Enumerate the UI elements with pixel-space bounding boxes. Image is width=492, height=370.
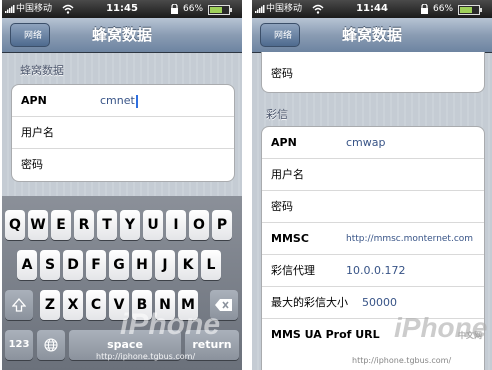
lock-icon — [421, 4, 428, 14]
key-z[interactable]: Z — [40, 290, 60, 320]
key-f[interactable]: F — [86, 250, 106, 280]
key-a[interactable]: A — [17, 250, 37, 280]
mms-password-label: 密码 — [271, 200, 293, 213]
key-p[interactable]: P — [212, 210, 232, 240]
battery-percent: 66% — [183, 4, 204, 14]
mms-max-size-label: 最大的彩信大小 — [271, 296, 348, 309]
apn-label: APN — [21, 94, 47, 107]
key-c[interactable]: C — [86, 290, 106, 320]
mmsc-field[interactable]: http://mmsc.monternet.com — [346, 223, 473, 255]
status-time: 11:45 — [106, 3, 138, 14]
key-h[interactable]: H — [132, 250, 152, 280]
mms-apn-row[interactable]: APN cmwap — [262, 127, 484, 159]
watermark-url: http://iphone.tgbus.com/ — [352, 356, 452, 365]
password-row[interactable]: 密码 — [262, 52, 484, 92]
password-label: 密码 — [271, 67, 293, 80]
page-title: 蜂窝数据 — [91, 26, 152, 44]
mms-username-row[interactable]: 用户名 — [262, 159, 484, 191]
key-e[interactable]: E — [51, 210, 71, 240]
key-t[interactable]: T — [97, 210, 117, 240]
key-j[interactable]: J — [155, 250, 175, 280]
globe-icon — [44, 338, 58, 352]
left-phone-screen: 中国移动 11:45 66% 网络 蜂窝数据 蜂窝数据 APN cmnet 用户… — [2, 0, 242, 370]
apn-row[interactable]: APN cmnet — [12, 85, 234, 117]
status-bar: 中国移动 11:45 66% — [2, 0, 242, 18]
battery-percent: 66% — [433, 4, 454, 14]
watermark-site: 中文网 — [458, 331, 482, 340]
mms-apn-label: APN — [271, 136, 297, 149]
status-bar: 中国移动 11:44 66% — [252, 0, 492, 18]
password-row[interactable]: 密码 — [12, 149, 234, 181]
key-r[interactable]: R — [74, 210, 94, 240]
cellular-settings-group: APN cmnet 用户名 密码 — [11, 84, 235, 182]
mms-username-label: 用户名 — [271, 168, 304, 181]
section-header-mms: 彩信 — [266, 108, 288, 121]
navigation-bar: 网络 蜂窝数据 — [2, 18, 242, 53]
key-k[interactable]: K — [178, 250, 198, 280]
shift-key[interactable] — [5, 290, 33, 320]
mms-proxy-row[interactable]: 彩信代理 10.0.0.172 — [262, 255, 484, 287]
password-label: 密码 — [21, 158, 43, 171]
navigation-bar: 网络 蜂窝数据 — [252, 18, 492, 53]
mmsc-row[interactable]: MMSC http://mmsc.monternet.com — [262, 223, 484, 255]
mms-apn-field[interactable]: cmwap — [346, 127, 385, 159]
key-w[interactable]: W — [28, 210, 48, 240]
status-time: 11:44 — [356, 3, 388, 14]
shift-icon — [11, 298, 27, 312]
key-x[interactable]: X — [63, 290, 83, 320]
key-g[interactable]: G — [109, 250, 129, 280]
cellular-settings-group-tail: 密码 — [261, 52, 485, 93]
key-q[interactable]: Q — [5, 210, 25, 240]
keyboard: Q W E R T Y U I O P A S D F G H J K L Z … — [2, 196, 242, 370]
mms-ua-prof-label: MMS UA Prof URL — [271, 328, 380, 341]
apn-field[interactable]: cmnet — [100, 85, 138, 117]
text-cursor — [135, 94, 138, 108]
key-u[interactable]: U — [143, 210, 163, 240]
watermark-logo: iPhone — [120, 308, 221, 341]
page-title: 蜂窝数据 — [341, 26, 402, 44]
mms-proxy-field[interactable]: 10.0.0.172 — [346, 255, 405, 287]
battery-icon — [208, 5, 232, 15]
mms-proxy-label: 彩信代理 — [271, 264, 315, 277]
battery-icon — [458, 5, 482, 15]
right-phone-screen: 中国移动 11:44 66% 网络 蜂窝数据 密码 彩信 APN cmwap 用… — [252, 0, 492, 370]
mms-max-size-field[interactable]: 50000 — [362, 287, 397, 319]
mms-password-row[interactable]: 密码 — [262, 191, 484, 223]
key-i[interactable]: I — [166, 210, 186, 240]
watermark-url: http://iphone.tgbus.com/ — [96, 352, 196, 361]
mmsc-label: MMSC — [271, 232, 309, 245]
lock-icon — [171, 4, 178, 14]
key-d[interactable]: D — [63, 250, 83, 280]
key-s[interactable]: S — [40, 250, 60, 280]
username-label: 用户名 — [21, 126, 54, 139]
globe-key[interactable] — [37, 330, 65, 360]
numbers-key[interactable]: 123 — [5, 330, 33, 360]
key-y[interactable]: Y — [120, 210, 140, 240]
section-header-cellular: 蜂窝数据 — [20, 64, 64, 77]
key-l[interactable]: L — [201, 250, 221, 280]
username-row[interactable]: 用户名 — [12, 117, 234, 149]
key-o[interactable]: O — [189, 210, 209, 240]
